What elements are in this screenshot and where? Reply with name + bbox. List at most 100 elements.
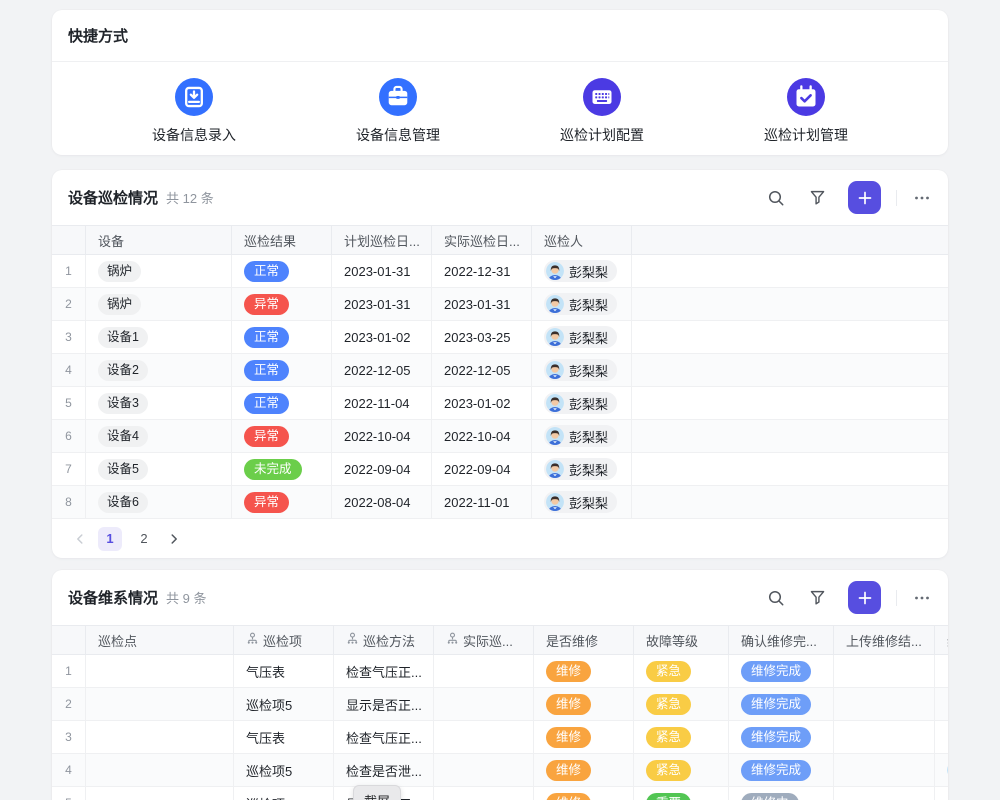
- table-row[interactable]: 6 设备4 异常 2022-10-04 2022-10-04 彭梨梨: [52, 420, 948, 453]
- status-badge: 未完成: [244, 459, 302, 480]
- result-cell: 正常: [232, 387, 332, 419]
- column-header-repair[interactable]: 是否维修: [534, 626, 634, 654]
- table-row[interactable]: 2 巡检项5 显示是否正... 维修 紧急 维修完成: [52, 688, 948, 721]
- table-row[interactable]: 8 设备6 异常 2022-08-04 2022-11-01 彭梨梨: [52, 486, 948, 519]
- device-cell: 设备2: [86, 354, 232, 386]
- briefcase-icon: [379, 78, 417, 116]
- level-cell: 重要: [634, 787, 729, 800]
- shortcut-plan-config[interactable]: 巡检计划配置: [500, 78, 704, 145]
- person-name: 彭梨梨: [569, 361, 608, 380]
- table-row[interactable]: 2 锅炉 异常 2023-01-31 2023-01-31 彭梨梨: [52, 288, 948, 321]
- row-number: 6: [52, 420, 86, 452]
- column-header-device[interactable]: 设备: [86, 226, 232, 254]
- shortcuts-card: 快捷方式 设备信息录入 设备信: [52, 10, 948, 155]
- search-icon[interactable]: [766, 188, 786, 208]
- empty-cell: [632, 288, 948, 320]
- confirm-badge: 维修中: [741, 793, 799, 800]
- repair-badge: 维修: [546, 694, 591, 715]
- inspection-toolbar: [766, 181, 932, 214]
- item-cell: 巡检项5: [234, 754, 334, 786]
- column-header-plan-date[interactable]: 计划巡检日...: [332, 226, 432, 254]
- shortcut-device-manage[interactable]: 设备信息管理: [296, 78, 500, 145]
- result-cell: 异常: [232, 486, 332, 518]
- inspection-title: 设备巡检情况: [68, 187, 158, 208]
- chevron-right-icon[interactable]: [166, 531, 182, 547]
- empty-cell: [632, 255, 948, 287]
- table-row[interactable]: 1 锅炉 正常 2023-01-31 2022-12-31 彭梨梨: [52, 255, 948, 288]
- avatar: [947, 761, 948, 779]
- column-header-method[interactable]: 巡检方法: [334, 626, 434, 654]
- status-badge: 正常: [244, 360, 289, 381]
- table-row[interactable]: 7 设备5 未完成 2022-09-04 2022-09-04 彭梨梨: [52, 453, 948, 486]
- person-name: 彭梨梨: [569, 394, 608, 413]
- add-record-button[interactable]: [848, 181, 881, 214]
- shortcut-device-input[interactable]: 设备信息录入: [92, 78, 296, 145]
- device-tag: 设备1: [98, 327, 148, 348]
- more-icon[interactable]: [912, 588, 932, 608]
- repair-cell: 维修: [534, 787, 634, 800]
- upload-cell: [834, 787, 935, 800]
- filter-icon[interactable]: [807, 588, 827, 608]
- column-header-person[interactable]: 巡检人: [532, 226, 632, 254]
- column-header-actual-date[interactable]: 实际巡检日...: [432, 226, 532, 254]
- item-cell: 气压表: [234, 655, 334, 687]
- table-row[interactable]: 1 气压表 检查气压正... 维修 紧急 维修完成: [52, 655, 948, 688]
- person-tag: 彭梨梨: [544, 359, 617, 381]
- person-name: 彭梨梨: [569, 427, 608, 446]
- chevron-left-icon[interactable]: [72, 531, 88, 547]
- table-row[interactable]: 5 设备3 正常 2022-11-04 2023-01-02 彭梨梨: [52, 387, 948, 420]
- actual-date-cell: 2022-12-31: [432, 255, 532, 287]
- shortcut-plan-manage[interactable]: 巡检计划管理: [704, 78, 908, 145]
- repair-badge: 维修: [546, 727, 591, 748]
- avatar: [546, 295, 564, 313]
- table-row[interactable]: 4 设备2 正常 2022-12-05 2022-12-05 彭梨梨: [52, 354, 948, 387]
- column-header-clipped[interactable]: 维: [935, 626, 948, 654]
- maintenance-card: 设备维系情况 共 9 条 巡检点 巡检项 巡检方法 实际巡... 是否维修 故障…: [52, 570, 948, 800]
- repair-cell: 维修: [534, 754, 634, 786]
- maintenance-table-header: 巡检点 巡检项 巡检方法 实际巡... 是否维修 故障等级 确认维修完... 上…: [52, 625, 948, 655]
- person-cell: 彭梨梨: [532, 288, 632, 320]
- avatar: [546, 493, 564, 511]
- clipped-cell: [935, 655, 948, 687]
- add-record-button[interactable]: [848, 581, 881, 614]
- plan-date-cell: 2023-01-02: [332, 321, 432, 353]
- actual-date-cell: 2022-12-05: [432, 354, 532, 386]
- point-cell: [86, 655, 234, 687]
- table-row[interactable]: 4 巡检项5 检查是否泄... 维修 紧急 维修完成: [52, 754, 948, 787]
- person-cell: 彭梨梨: [532, 486, 632, 518]
- plan-date-cell: 2022-08-04: [332, 486, 432, 518]
- pagination: 1 2: [52, 519, 948, 558]
- table-row[interactable]: 3 设备1 正常 2023-01-02 2023-03-25 彭梨梨: [52, 321, 948, 354]
- column-header-point[interactable]: 巡检点: [86, 626, 234, 654]
- table-row[interactable]: 5 巡检项5 显示是否正... 维修 重要 维修中: [52, 787, 948, 800]
- search-icon[interactable]: [766, 588, 786, 608]
- inspection-header: 设备巡检情况 共 12 条: [52, 170, 948, 225]
- person-tag: 彭梨梨: [544, 491, 617, 513]
- confirm-badge: 维修完成: [741, 727, 811, 748]
- table-row[interactable]: 3 气压表 检查气压正... 维修 紧急 维修完成: [52, 721, 948, 754]
- column-header-rownum: [52, 626, 86, 654]
- page-button-2[interactable]: 2: [132, 527, 156, 551]
- repair-cell: 维修: [534, 688, 634, 720]
- plan-date-cell: 2022-09-04: [332, 453, 432, 485]
- empty-cell: [632, 420, 948, 452]
- column-header-upload[interactable]: 上传维修结...: [834, 626, 935, 654]
- column-header-actual[interactable]: 实际巡...: [434, 626, 534, 654]
- column-header-confirm[interactable]: 确认维修完...: [729, 626, 834, 654]
- shortcuts-header: 快捷方式: [52, 10, 948, 62]
- page-button-1[interactable]: 1: [98, 527, 122, 551]
- avatar: [546, 262, 564, 280]
- filter-icon[interactable]: [807, 188, 827, 208]
- person-name: 彭梨梨: [569, 460, 608, 479]
- person-cell: 彭梨梨: [532, 354, 632, 386]
- column-header-level[interactable]: 故障等级: [634, 626, 729, 654]
- method-cell: 显示是否正...: [334, 688, 434, 720]
- actual-cell: [434, 787, 534, 800]
- confirm-cell: 维修中: [729, 787, 834, 800]
- column-header-item[interactable]: 巡检项: [234, 626, 334, 654]
- more-icon[interactable]: [912, 188, 932, 208]
- confirm-badge: 维修完成: [741, 694, 811, 715]
- row-number: 1: [52, 655, 86, 687]
- level-badge: 紧急: [646, 727, 691, 748]
- column-header-result[interactable]: 巡检结果: [232, 226, 332, 254]
